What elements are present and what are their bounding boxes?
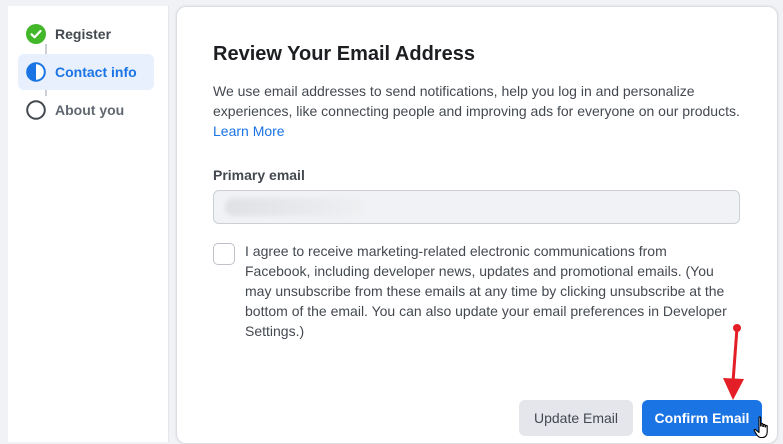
page-title: Review Your Email Address <box>213 43 475 65</box>
review-email-card: Review Your Email Address We use email a… <box>176 6 778 444</box>
description-text: We use email addresses to send notificat… <box>213 83 740 119</box>
update-email-button[interactable]: Update Email <box>519 400 633 436</box>
confirm-email-button[interactable]: Confirm Email <box>642 400 762 436</box>
marketing-consent-checkbox[interactable] <box>213 243 235 265</box>
step-contact-info[interactable]: Contact info <box>18 54 154 90</box>
learn-more-link[interactable]: Learn More <box>213 123 285 139</box>
half-circle-icon <box>26 62 46 82</box>
step-about-you[interactable]: About you <box>18 92 154 128</box>
page-background: Register Contact info About you Review Y… <box>0 0 783 444</box>
empty-circle-icon <box>26 100 46 120</box>
primary-email-label: Primary email <box>213 167 305 183</box>
step-label: About you <box>55 102 125 118</box>
marketing-consent-text: I agree to receive marketing-related ele… <box>245 243 727 339</box>
hand-cursor-icon <box>753 416 768 439</box>
redacted-email-blur <box>225 198 365 216</box>
step-label: Register <box>55 26 112 42</box>
check-circle-icon <box>26 24 46 44</box>
step-label: Contact info <box>55 64 137 80</box>
step-register[interactable]: Register <box>18 16 154 52</box>
email-usage-description: We use email addresses to send notificat… <box>213 81 753 141</box>
signup-stepper: Register Contact info About you <box>8 6 169 442</box>
